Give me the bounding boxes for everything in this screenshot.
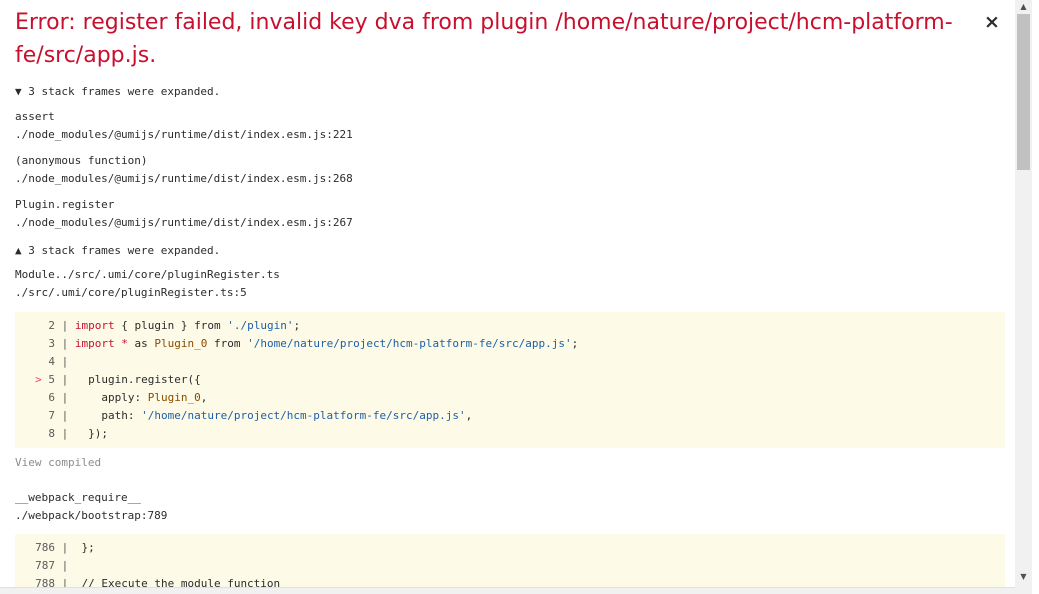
code-token: path:	[74, 409, 142, 422]
code-snippet: 786 | }; 787 | 788 | // Execute the modul…	[15, 534, 1005, 594]
stack-frame-location: ./src/.umi/core/pluginRegister.ts:5	[15, 286, 247, 299]
stack-frame-location: ./node_modules/@umijs/runtime/dist/index…	[15, 216, 353, 229]
line-number: 7	[48, 409, 55, 422]
code-line: 3 | import * as Plugin_0 from '/home/nat…	[15, 335, 1005, 353]
code-token: };	[74, 541, 95, 554]
stack-frames-toggle[interactable]: ▼ 3 stack frames were expanded.	[15, 83, 220, 101]
code-line: 8 | });	[15, 425, 1005, 443]
error-title: Error: register failed, invalid key dva …	[15, 10, 953, 68]
line-number: 3	[48, 337, 55, 350]
code-line: 7 | path: '/home/nature/project/hcm-plat…	[15, 407, 1005, 425]
code-line: > 5 | plugin.register({	[15, 371, 1005, 389]
code-token: { plugin }	[114, 319, 195, 332]
horizontal-scrollbar[interactable]	[0, 587, 1015, 594]
vertical-scrollbar[interactable]: ▲ ▼	[1015, 0, 1032, 594]
line-number: 787	[35, 559, 55, 572]
code-token: ,	[465, 409, 473, 422]
code-token: '/home/nature/project/hcm-platform-fe/sr…	[141, 409, 466, 422]
code-token: plugin.register({	[74, 373, 201, 386]
stack-frame-function: assert	[15, 110, 55, 123]
code-line: 6 | apply: Plugin_0,	[15, 389, 1005, 407]
code-token: *	[121, 337, 128, 350]
error-overlay: Error: register failed, invalid key dva …	[0, 0, 1039, 594]
code-line: 787 |	[15, 557, 1005, 575]
scroll-down-arrow-icon[interactable]: ▼	[1015, 570, 1032, 584]
highlight-marker-icon: >	[35, 373, 49, 386]
code-token: ;	[571, 337, 579, 350]
code-token: apply:	[74, 391, 148, 404]
code-token: import	[74, 319, 115, 332]
stack-frame-location: ./webpack/bootstrap:789	[15, 509, 168, 522]
code-token: from	[194, 319, 221, 332]
scroll-up-arrow-icon[interactable]: ▲	[1015, 0, 1032, 14]
code-token: ;	[293, 319, 301, 332]
code-snippet: 2 | import { plugin } from './plugin'; 3 …	[15, 312, 1005, 448]
code-line: 2 | import { plugin } from './plugin';	[15, 317, 1005, 335]
stack-frame-function: (anonymous function)	[15, 154, 148, 167]
code-token: import	[74, 337, 115, 350]
stack-frame-function: __webpack_require__	[15, 491, 141, 504]
stack-frame-function: Module../src/.umi/core/pluginRegister.ts	[15, 268, 280, 281]
code-token: './plugin'	[227, 319, 294, 332]
code-line: 786 | };	[15, 539, 1005, 557]
code-token: Plugin_0	[147, 391, 201, 404]
line-number: > 5	[35, 373, 55, 386]
code-token: as	[127, 337, 155, 350]
code-token: });	[74, 427, 108, 440]
stack-frame-location: ./node_modules/@umijs/runtime/dist/index…	[15, 128, 353, 141]
line-number: 2	[48, 319, 55, 332]
code-token: ,	[200, 391, 208, 404]
code-token: '/home/nature/project/hcm-platform-fe/sr…	[247, 337, 572, 350]
stack-frames-collapse-toggle[interactable]: ▲ 3 stack frames were expanded.	[15, 242, 220, 260]
code-token: Plugin_0	[154, 337, 208, 350]
stack-frame-function: Plugin.register	[15, 198, 115, 211]
line-number: 4	[48, 355, 55, 368]
code-token: from	[207, 337, 248, 350]
stack-frame-location: ./node_modules/@umijs/runtime/dist/index…	[15, 172, 353, 185]
line-number: 8	[48, 427, 55, 440]
scrollbar-thumb[interactable]	[1017, 14, 1030, 170]
close-button[interactable]: ×	[982, 10, 1002, 34]
line-number: 6	[48, 391, 55, 404]
error-content: Error: register failed, invalid key dva …	[0, 0, 1015, 594]
view-compiled-link[interactable]: View compiled	[15, 454, 101, 472]
line-number: 786	[35, 541, 55, 554]
code-line: 4 |	[15, 353, 1005, 371]
